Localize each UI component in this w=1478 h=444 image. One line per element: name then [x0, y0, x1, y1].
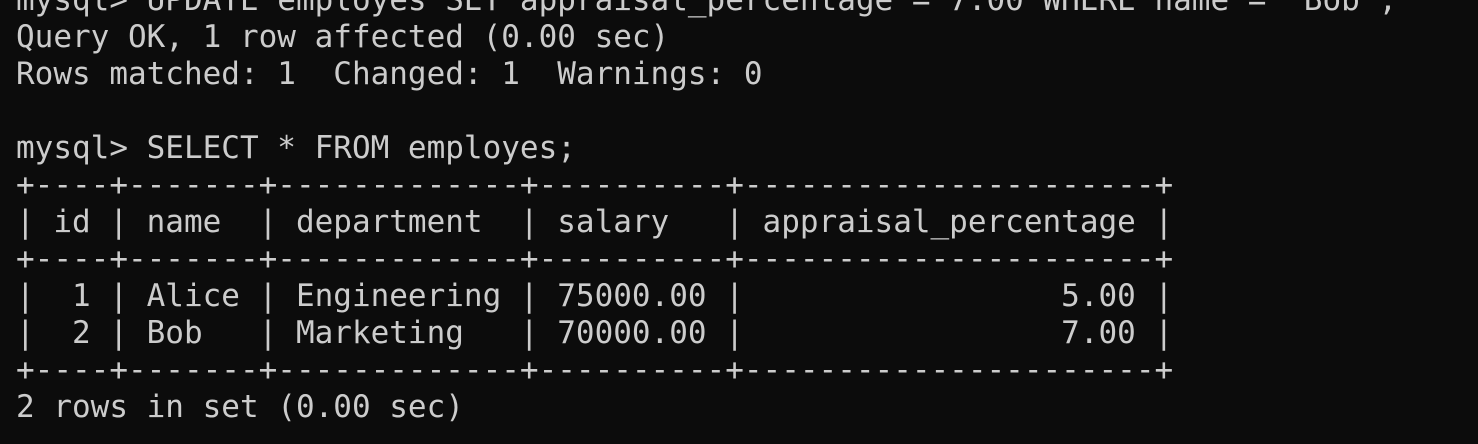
- select-command-line: mysql> SELECT * FROM employes;: [16, 130, 576, 166]
- rows-matched-message: Rows matched: 1 Changed: 1 Warnings: 0: [16, 56, 763, 92]
- query-ok-message: Query OK, 1 row affected (0.00 sec): [16, 19, 670, 55]
- table-border-top: +----+-------+-------------+----------+-…: [16, 167, 1174, 203]
- result-summary: 2 rows in set (0.00 sec): [16, 389, 464, 425]
- table-border-header: +----+-------+-------------+----------+-…: [16, 241, 1174, 277]
- table-row: | 1 | Alice | Engineering | 75000.00 | 5…: [16, 278, 1174, 314]
- table-border-bottom: +----+-------+-------------+----------+-…: [16, 352, 1174, 388]
- update-command-line: mysql> UPDATE employes SET appraisal_per…: [16, 0, 1398, 18]
- terminal-output[interactable]: mysql> UPDATE employes SET appraisal_per…: [16, 0, 1466, 426]
- table-header-row: | id | name | department | salary | appr…: [16, 204, 1174, 240]
- table-row: | 2 | Bob | Marketing | 70000.00 | 7.00 …: [16, 315, 1174, 351]
